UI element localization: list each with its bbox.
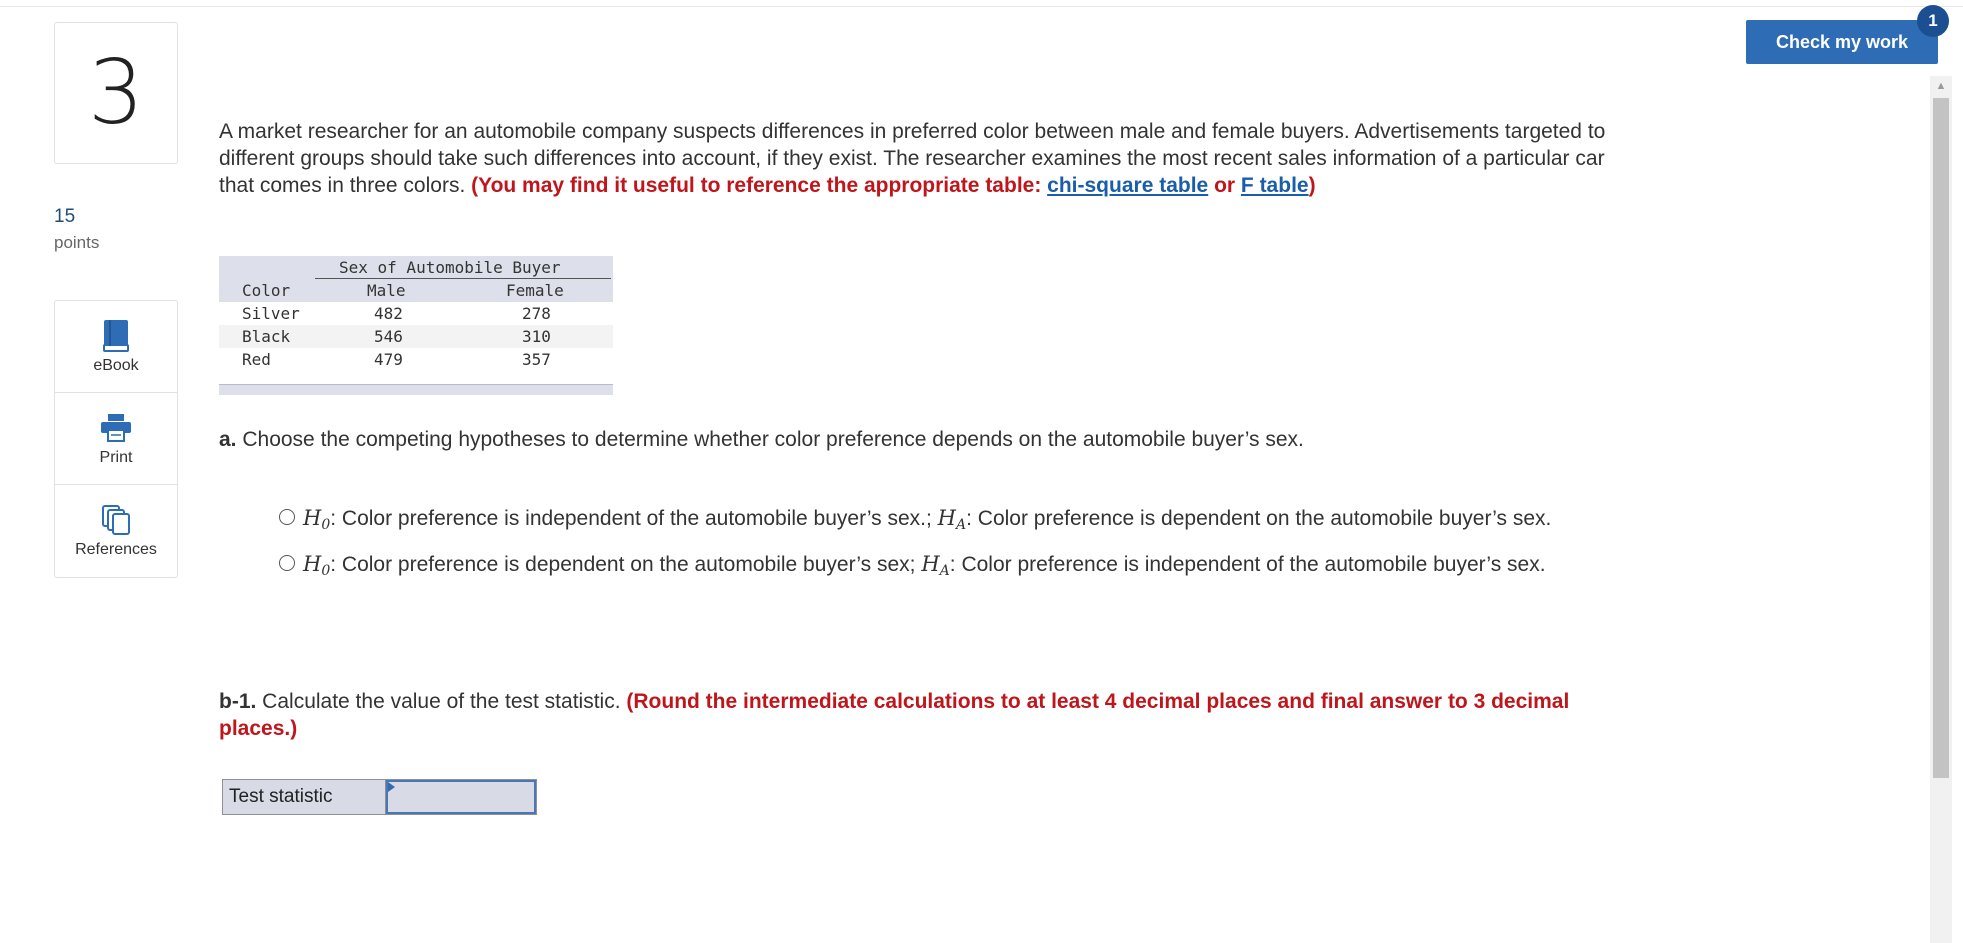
note-suffix: ) [1308,174,1316,197]
print-label: Print [99,448,133,466]
ha-symbol: H [921,552,940,576]
test-statistic-input[interactable] [386,780,536,814]
test-statistic-label: Test statistic [223,780,386,814]
table-span-header-row: Sex of Automobile Buyer [219,256,613,279]
tools-panel: eBook Print References [54,300,178,578]
radio-button[interactable] [279,555,295,571]
cell-female: 278 [522,304,551,323]
ha-text: : Color preference is dependent on the a… [966,507,1552,530]
question-number-box: 3 [54,22,178,164]
cell-female: 310 [522,327,551,346]
cell-male: 479 [374,350,403,369]
col-header-color: Color [242,281,291,300]
h0-symbol: H [303,506,322,530]
copy-icon [101,503,131,537]
table-reference-note: (You may find it useful to reference the… [471,174,1315,197]
part-b1-question: b-1. Calculate the value of the test sta… [219,688,1639,742]
cell-color: Red [242,350,271,369]
sales-data-table: Sex of Automobile Buyer Color Male Femal… [219,256,613,395]
part-a-text: Choose the competing hypotheses to deter… [236,428,1304,451]
table-row: Red 479 357 [219,348,613,371]
answer-table: Test statistic [222,779,537,815]
part-a-label: a. [219,428,237,451]
h0-subscript: 0 [321,563,331,579]
note-prefix: (You may find it useful to reference the… [471,174,1048,197]
print-button[interactable]: Print [55,393,177,485]
points-value: 15 [54,206,76,227]
part-b1-text: Calculate the value of the test statisti… [256,690,627,713]
cell-male: 546 [374,327,403,346]
part-b1-label: b-1. [219,690,257,713]
note-or: or [1208,174,1241,197]
check-my-work-button[interactable]: Check my work [1746,20,1938,64]
hypothesis-options: H0: Color preference is independent of t… [279,502,1639,594]
vertical-scrollbar[interactable]: ▲ [1930,76,1952,943]
h0-text: : Color preference is dependent on the a… [330,553,922,576]
cell-male: 482 [374,304,403,323]
col-header-male: Male [367,281,406,300]
cell-color: Black [242,327,291,346]
f-table-link[interactable]: F table [1241,174,1309,197]
option-text: H0: Color preference is dependent on the… [303,548,1546,588]
table-row: Silver 482 278 [219,302,613,325]
attempts-badge: 1 [1917,5,1949,37]
references-label: References [75,540,157,558]
h0-subscript: 0 [321,517,331,533]
table-span-header: Sex of Automobile Buyer [339,258,561,277]
question-number: 3 [88,41,144,144]
hypothesis-option-2[interactable]: H0: Color preference is dependent on the… [279,548,1639,588]
cell-female: 357 [522,350,551,369]
scroll-up-arrow-icon[interactable]: ▲ [1930,76,1952,96]
scroll-thumb[interactable] [1933,98,1949,778]
ebook-button[interactable]: eBook [55,301,177,393]
hypothesis-option-1[interactable]: H0: Color preference is independent of t… [279,502,1639,542]
table-row: Black 546 310 [219,325,613,348]
prompt-paragraph: A market researcher for an automobile co… [219,118,1639,199]
table-footer-bar [219,384,613,395]
part-a-question: a. Choose the competing hypotheses to de… [219,428,1304,452]
ha-subscript: A [939,563,950,579]
ha-symbol: H [937,506,956,530]
table-header-row: Color Male Female [219,279,613,302]
option-text: H0: Color preference is independent of t… [303,502,1551,542]
ha-subscript: A [956,517,967,533]
top-divider [0,6,1963,7]
ebook-label: eBook [93,356,139,374]
h0-symbol: H [303,552,322,576]
chi-square-table-link[interactable]: chi-square table [1047,174,1208,197]
col-header-female: Female [506,281,564,300]
h0-text: : Color preference is independent of the… [330,507,938,530]
radio-button[interactable] [279,509,295,525]
book-icon [101,319,131,353]
input-flag-icon [388,782,395,792]
points-label: points [54,233,100,252]
ha-text: : Color preference is independent of the… [949,553,1546,576]
question-prompt: A market researcher for an automobile co… [219,118,1639,199]
printer-icon [100,411,132,445]
cell-color: Silver [242,304,300,323]
references-button[interactable]: References [55,485,177,576]
